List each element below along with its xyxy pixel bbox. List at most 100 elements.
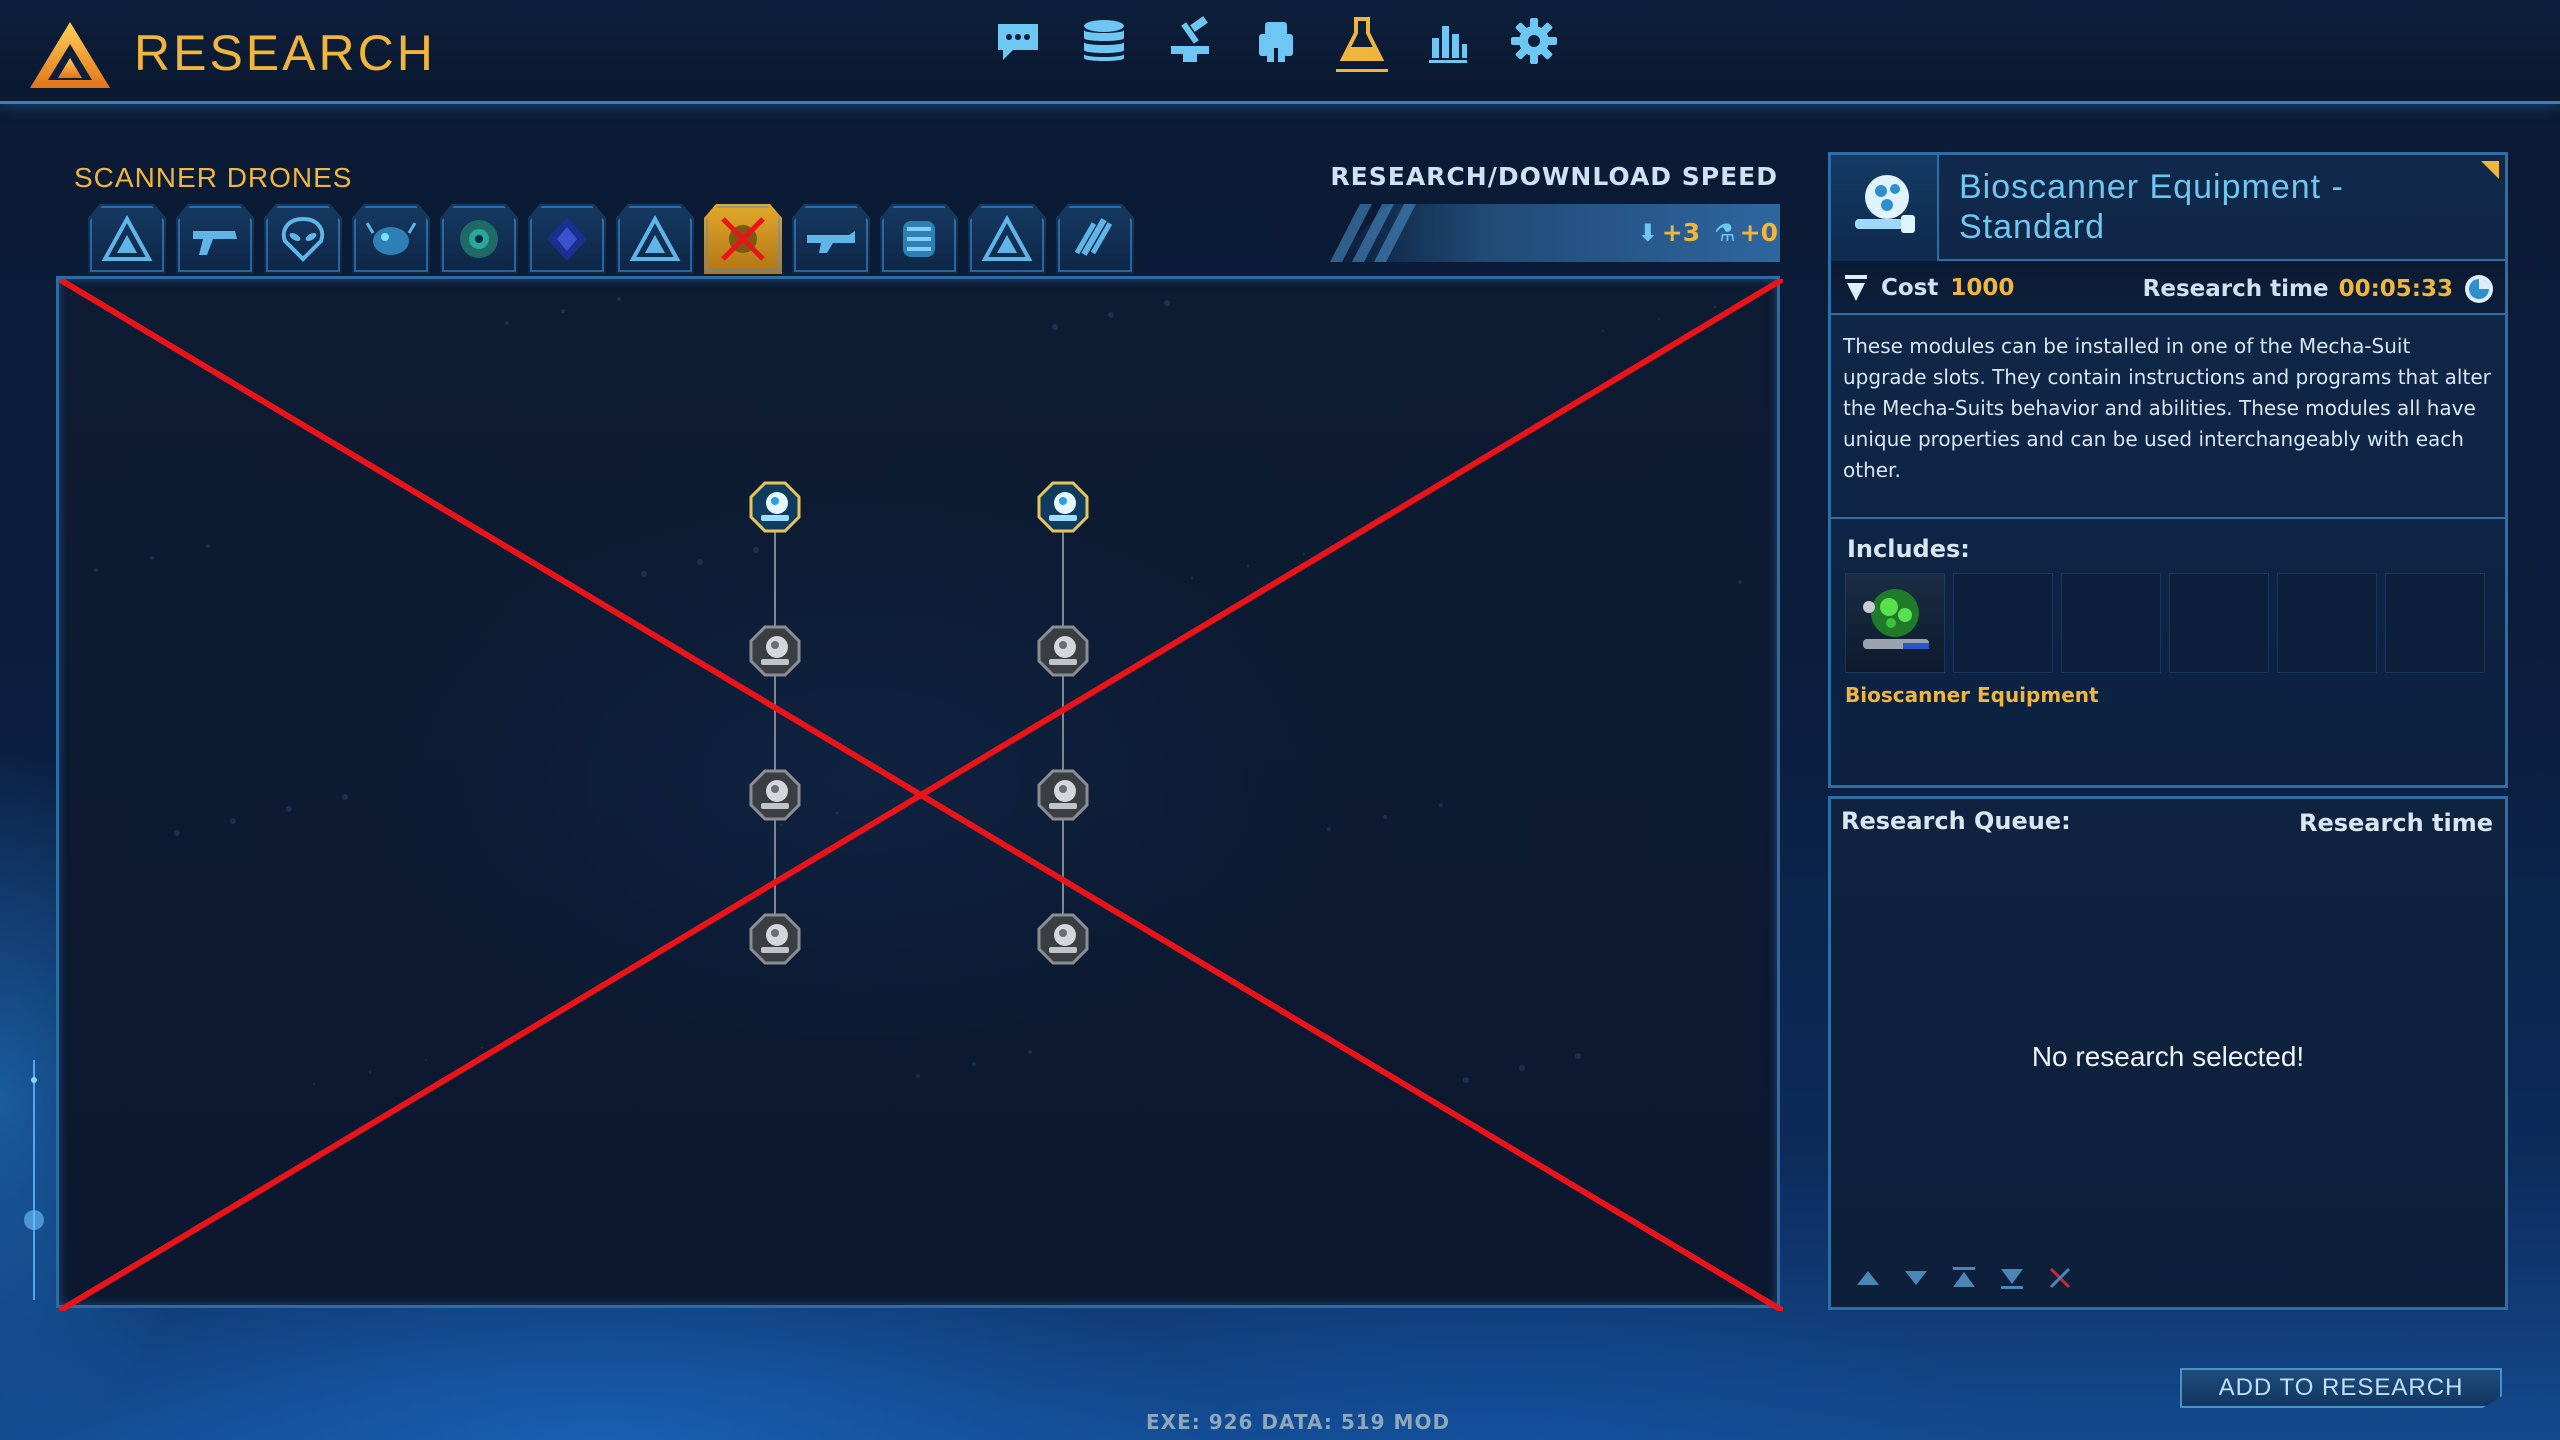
queue-controls bbox=[1853, 1263, 2075, 1293]
alien-head-icon bbox=[460, 220, 498, 258]
mech-icon bbox=[1259, 22, 1293, 62]
crystal-icon bbox=[547, 217, 587, 261]
move-to-bottom-button[interactable] bbox=[1997, 1263, 2027, 1293]
nav-statistics-button[interactable] bbox=[1422, 10, 1474, 72]
alien-icon bbox=[281, 216, 325, 262]
cost-row: Cost 1000 Research time 00:05:33 bbox=[1831, 261, 2505, 315]
arrow-down-icon bbox=[1905, 1271, 1927, 1285]
rifle-icon bbox=[807, 231, 855, 253]
flask-icon: ⚗ bbox=[1714, 219, 1736, 247]
category-tab-alien[interactable] bbox=[264, 204, 342, 274]
top-bar: RESEARCH bbox=[0, 0, 2560, 104]
include-slot-empty bbox=[2061, 573, 2161, 673]
category-tab-a-logo-3[interactable] bbox=[968, 204, 1046, 274]
background-particles bbox=[70, 294, 1742, 1085]
speed-values: ⬇ +3 ⚗ +0 bbox=[1638, 218, 1778, 247]
add-to-research-button[interactable]: ADD TO RESEARCH bbox=[2180, 1368, 2502, 1408]
research-flask-icon bbox=[1339, 16, 1385, 61]
nav-mech-button[interactable] bbox=[1250, 10, 1302, 72]
research-time-label: Research time bbox=[2142, 276, 2329, 302]
research-time-value: 00:05:33 bbox=[2338, 276, 2453, 302]
tree-node-locked[interactable] bbox=[749, 913, 801, 965]
nav-manufacture-button[interactable] bbox=[1164, 10, 1216, 72]
include-slot-empty bbox=[2277, 573, 2377, 673]
scanner-drone-icon bbox=[721, 217, 765, 261]
divider bbox=[1831, 517, 2505, 519]
settings-gear-icon bbox=[1511, 18, 1557, 64]
detail-header: Bioscanner Equipment - Standard bbox=[1831, 155, 2505, 261]
research-queue-panel: Research Queue: Research time No researc… bbox=[1828, 796, 2508, 1310]
research-speed: ⚗ +0 bbox=[1714, 218, 1778, 247]
category-tab-crystal[interactable] bbox=[528, 204, 606, 274]
chat-icon bbox=[998, 24, 1038, 60]
version-info: EXE: 926 DATA: 519 MOD bbox=[1146, 1410, 1451, 1434]
category-tab-a-logo-2[interactable] bbox=[616, 204, 694, 274]
include-slot-empty bbox=[1953, 573, 2053, 673]
research-speed-label: RESEARCH/DOWNLOAD SPEED bbox=[1330, 162, 1778, 191]
tree-node-locked[interactable] bbox=[749, 625, 801, 677]
research-detail-panel: Bioscanner Equipment - Standard Cost 100… bbox=[1828, 152, 2508, 788]
nav-database-button[interactable] bbox=[1078, 10, 1130, 72]
move-up-button[interactable] bbox=[1853, 1263, 1883, 1293]
move-to-top-button[interactable] bbox=[1949, 1263, 1979, 1293]
include-slot-empty bbox=[2385, 573, 2485, 673]
cost-label: Cost bbox=[1881, 275, 1939, 301]
includes-item-name: Bioscanner Equipment bbox=[1845, 683, 2099, 707]
a-logo-icon bbox=[101, 214, 153, 261]
research-tree-canvas bbox=[59, 279, 1783, 1311]
category-tab-a-logo[interactable] bbox=[88, 204, 166, 274]
category-tabs bbox=[88, 204, 1134, 274]
corner-marker-icon bbox=[2481, 161, 2499, 179]
remove-x-icon bbox=[2049, 1267, 2071, 1289]
game-logo-icon bbox=[30, 22, 110, 88]
tree-node-locked[interactable] bbox=[1037, 769, 1089, 821]
category-tab-rifle[interactable] bbox=[792, 204, 870, 274]
research-tree-panel bbox=[56, 276, 1783, 1311]
category-tab-alien-head[interactable] bbox=[440, 204, 518, 274]
database-icon bbox=[1084, 20, 1124, 61]
download-arrow-icon: ⬇ bbox=[1637, 219, 1658, 247]
detail-icon-box bbox=[1831, 155, 1939, 261]
nav-research-button[interactable] bbox=[1336, 10, 1388, 72]
queue-time-header: Research time bbox=[2298, 809, 2493, 837]
arrow-up-icon bbox=[1857, 1271, 1879, 1285]
tree-node-available[interactable] bbox=[749, 481, 801, 533]
missiles-icon bbox=[1074, 218, 1113, 256]
category-tab-scanner-drones[interactable] bbox=[704, 204, 782, 274]
arrow-top-icon bbox=[1953, 1267, 1975, 1287]
a-logo-icon bbox=[981, 214, 1033, 261]
a-logo-icon bbox=[629, 214, 681, 261]
manufacture-icon bbox=[1171, 16, 1209, 62]
research-description: These modules can be installed in one of… bbox=[1843, 334, 2491, 482]
category-tab-gun[interactable] bbox=[176, 204, 254, 274]
move-down-button[interactable] bbox=[1901, 1263, 1931, 1293]
research-title: Bioscanner Equipment - Standard bbox=[1959, 168, 2344, 246]
category-tab-armor[interactable] bbox=[880, 204, 958, 274]
includes-label: Includes: bbox=[1847, 535, 1970, 563]
armor-icon bbox=[903, 221, 935, 257]
queue-title: Research Queue: bbox=[1841, 807, 2071, 835]
nav-settings-button[interactable] bbox=[1508, 10, 1560, 72]
left-edge-glow-decoration bbox=[24, 1060, 44, 1300]
speed-stripes-decoration bbox=[1330, 204, 1416, 262]
category-tab-creature[interactable] bbox=[352, 204, 430, 274]
page-title: RESEARCH bbox=[134, 25, 436, 81]
cost: Cost 1000 bbox=[1843, 273, 2014, 303]
bioscanner-equipment-icon bbox=[1863, 589, 1929, 649]
nav-chat-button[interactable] bbox=[992, 10, 1044, 72]
tree-node-locked[interactable] bbox=[1037, 913, 1089, 965]
tree-node-locked[interactable] bbox=[749, 769, 801, 821]
statistics-icon bbox=[1429, 26, 1467, 63]
research-speed-value: +0 bbox=[1739, 218, 1778, 247]
cost-value: 1000 bbox=[1950, 275, 2015, 301]
category-tab-missiles[interactable] bbox=[1056, 204, 1134, 274]
include-slot-bioscanner[interactable] bbox=[1845, 573, 1945, 673]
gun-icon bbox=[193, 231, 237, 255]
creature-icon bbox=[365, 222, 417, 255]
remove-from-queue-button[interactable] bbox=[2045, 1263, 2075, 1293]
bioscanner-drone-icon bbox=[1855, 175, 1915, 233]
cost-download-icon bbox=[1845, 275, 1867, 301]
arrow-bottom-icon bbox=[2001, 1269, 2023, 1289]
tree-node-locked[interactable] bbox=[1037, 625, 1089, 677]
tree-node-available[interactable] bbox=[1037, 481, 1089, 533]
